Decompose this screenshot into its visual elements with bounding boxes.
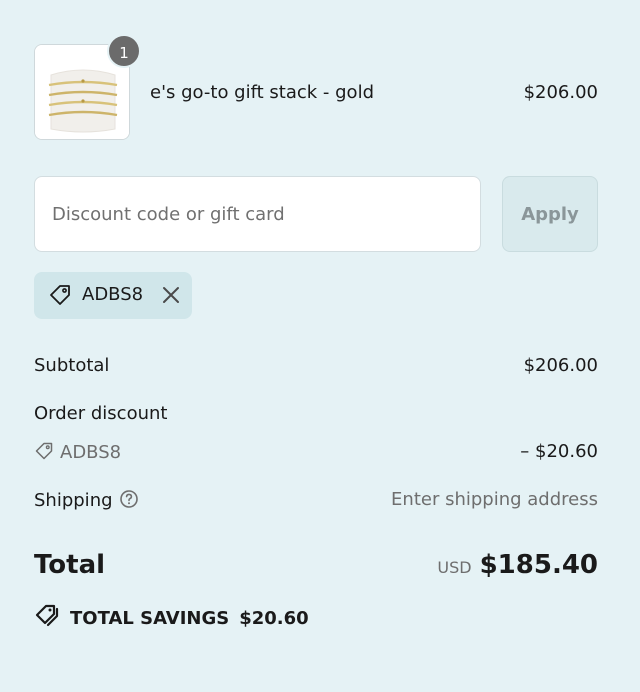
discount-code-form: Apply xyxy=(34,176,598,252)
order-discount-code-text: ADBS8 xyxy=(60,442,122,463)
shipping-value: Enter shipping address xyxy=(391,489,598,510)
question-circle-icon[interactable] xyxy=(119,489,139,514)
cart-line-item: 1 e's go-to gift stack - gold $206.00 xyxy=(34,34,598,140)
total-amount: $185.40 xyxy=(479,550,598,580)
total-label: Total xyxy=(34,550,106,580)
shipping-row: Shipping Enter shipping address xyxy=(34,489,598,513)
shipping-label-wrap: Shipping xyxy=(34,489,139,514)
applied-discount-chip: ADBS8 xyxy=(34,272,192,319)
discount-code-input[interactable] xyxy=(34,176,481,252)
tag-icon xyxy=(35,442,53,460)
total-row: Total USD $185.40 xyxy=(34,550,598,590)
total-savings-label: TOTAL SAVINGS xyxy=(70,608,230,629)
order-discount-value: – $20.60 xyxy=(520,441,598,462)
product-price: $206.00 xyxy=(523,82,598,103)
quantity-badge: 1 xyxy=(107,34,141,68)
subtotal-value: $206.00 xyxy=(523,355,598,376)
order-discount-detail-row: ADBS8 – $20.60 xyxy=(34,441,598,465)
apply-button[interactable]: Apply xyxy=(502,176,598,252)
tag-icon xyxy=(48,283,72,311)
tags-icon xyxy=(35,604,59,627)
shipping-label: Shipping xyxy=(34,490,113,511)
product-name: e's go-to gift stack - gold xyxy=(150,82,374,103)
order-discount-label: Order discount xyxy=(34,403,168,424)
total-amount-wrap: USD $185.40 xyxy=(437,550,598,580)
subtotal-row: Subtotal $206.00 xyxy=(34,355,598,379)
total-savings: TOTAL SAVINGS $20.60 xyxy=(34,602,309,629)
order-discount-code: ADBS8 xyxy=(34,441,121,463)
close-icon[interactable] xyxy=(158,282,184,308)
currency-code: USD xyxy=(437,558,472,577)
applied-discount-code: ADBS8 xyxy=(82,284,144,305)
total-savings-value: $20.60 xyxy=(239,608,309,629)
order-discount-row: Order discount xyxy=(34,403,598,427)
subtotal-label: Subtotal xyxy=(34,355,110,376)
